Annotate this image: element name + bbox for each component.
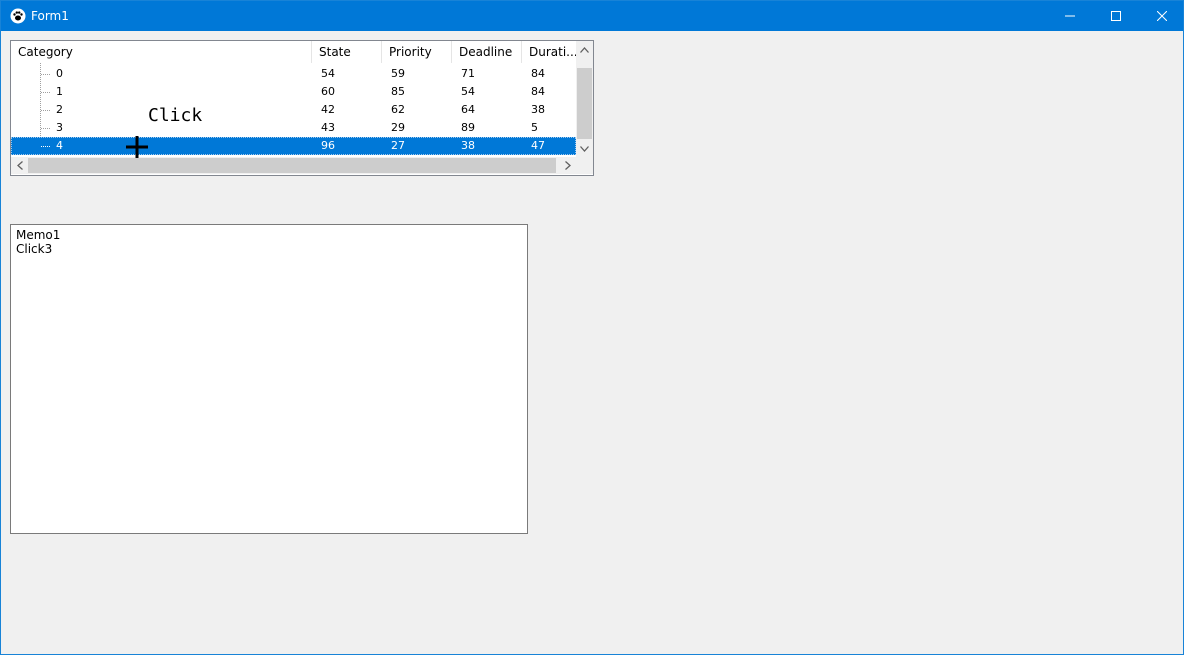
cell-deadline: 38 [461, 139, 475, 152]
cell-state: 60 [321, 85, 335, 98]
tree-row[interactable]: 3 43 29 89 5 [11, 119, 576, 137]
app-paw-icon [10, 8, 26, 24]
close-icon [1157, 11, 1167, 21]
cell-priority: 85 [391, 85, 405, 98]
column-header-deadline[interactable]: Deadline [452, 41, 522, 63]
window-title: Form1 [31, 9, 69, 23]
cell-state: 96 [321, 139, 335, 152]
cell-state: 54 [321, 67, 335, 80]
cell-category: 3 [56, 121, 63, 134]
cell-duration: 84 [531, 85, 545, 98]
main-window: Form1 Category State Priority Deadline D… [0, 0, 1184, 655]
cell-deadline: 89 [461, 121, 475, 134]
cell-category: 2 [56, 103, 63, 116]
chevron-left-icon [16, 161, 23, 170]
column-header-category[interactable]: Category [11, 41, 312, 63]
tree-branch-line [41, 74, 50, 75]
minimize-button[interactable] [1047, 1, 1093, 31]
scroll-left-button[interactable] [11, 157, 28, 174]
cell-deadline: 54 [461, 85, 475, 98]
horizontal-scrollbar[interactable] [11, 157, 576, 174]
crosshair-cursor-icon [126, 136, 148, 158]
cell-duration: 5 [531, 121, 538, 134]
cell-duration: 84 [531, 67, 545, 80]
tree-row[interactable]: 0 54 59 71 84 [11, 65, 576, 83]
cell-duration: 38 [531, 103, 545, 116]
tree-row[interactable]: 1 60 85 54 84 [11, 83, 576, 101]
tree-row[interactable]: 2 42 62 64 38 [11, 101, 576, 119]
tree-row-selected[interactable]: 4 96 27 38 47 [11, 137, 576, 155]
cell-priority: 59 [391, 67, 405, 80]
vertical-scroll-thumb[interactable] [577, 68, 592, 139]
cell-priority: 62 [391, 103, 405, 116]
cell-category: 4 [56, 139, 63, 152]
column-header: Category State Priority Deadline Durati.… [11, 41, 576, 63]
memo-line: Click3 [16, 242, 53, 256]
tree-branch-line [41, 128, 50, 129]
chevron-up-icon [580, 46, 589, 53]
chevron-down-icon [580, 145, 589, 152]
tree-rows: — 0 54 59 71 84 1 60 85 54 84 2 42 [11, 63, 576, 157]
cell-deadline: 64 [461, 103, 475, 116]
tree-branch-line [41, 110, 50, 111]
cell-category: 1 [56, 85, 63, 98]
memo-line: Memo1 [16, 228, 61, 242]
scroll-right-button[interactable] [559, 157, 576, 174]
close-button[interactable] [1139, 1, 1184, 31]
vertical-scrollbar[interactable] [576, 41, 593, 157]
minimize-icon [1065, 15, 1075, 17]
focus-outline [11, 137, 576, 155]
cell-state: 43 [321, 121, 335, 134]
tree-list-view[interactable]: Category State Priority Deadline Durati.… [10, 40, 594, 176]
cell-deadline: 71 [461, 67, 475, 80]
column-header-priority[interactable]: Priority [382, 41, 452, 63]
cell-state: 42 [321, 103, 335, 116]
tree-branch-line [41, 92, 50, 93]
maximize-icon [1111, 11, 1121, 21]
chevron-right-icon [564, 161, 571, 170]
cell-category: 0 [56, 67, 63, 80]
horizontal-scroll-thumb[interactable] [28, 158, 556, 173]
cell-duration: 47 [531, 139, 545, 152]
scroll-up-button[interactable] [576, 41, 593, 58]
cell-priority: 27 [391, 139, 405, 152]
scrollbar-corner [576, 157, 593, 174]
tree-branch-line [41, 146, 50, 147]
scroll-down-button[interactable] [576, 140, 593, 157]
title-bar[interactable]: Form1 [1, 1, 1183, 31]
click-overlay-label: Click [148, 105, 203, 126]
column-header-state[interactable]: State [312, 41, 382, 63]
maximize-button[interactable] [1093, 1, 1139, 31]
column-header-duration[interactable]: Durati... [522, 41, 576, 63]
memo-textarea[interactable]: Memo1 Click3 [10, 224, 528, 534]
cell-priority: 29 [391, 121, 405, 134]
